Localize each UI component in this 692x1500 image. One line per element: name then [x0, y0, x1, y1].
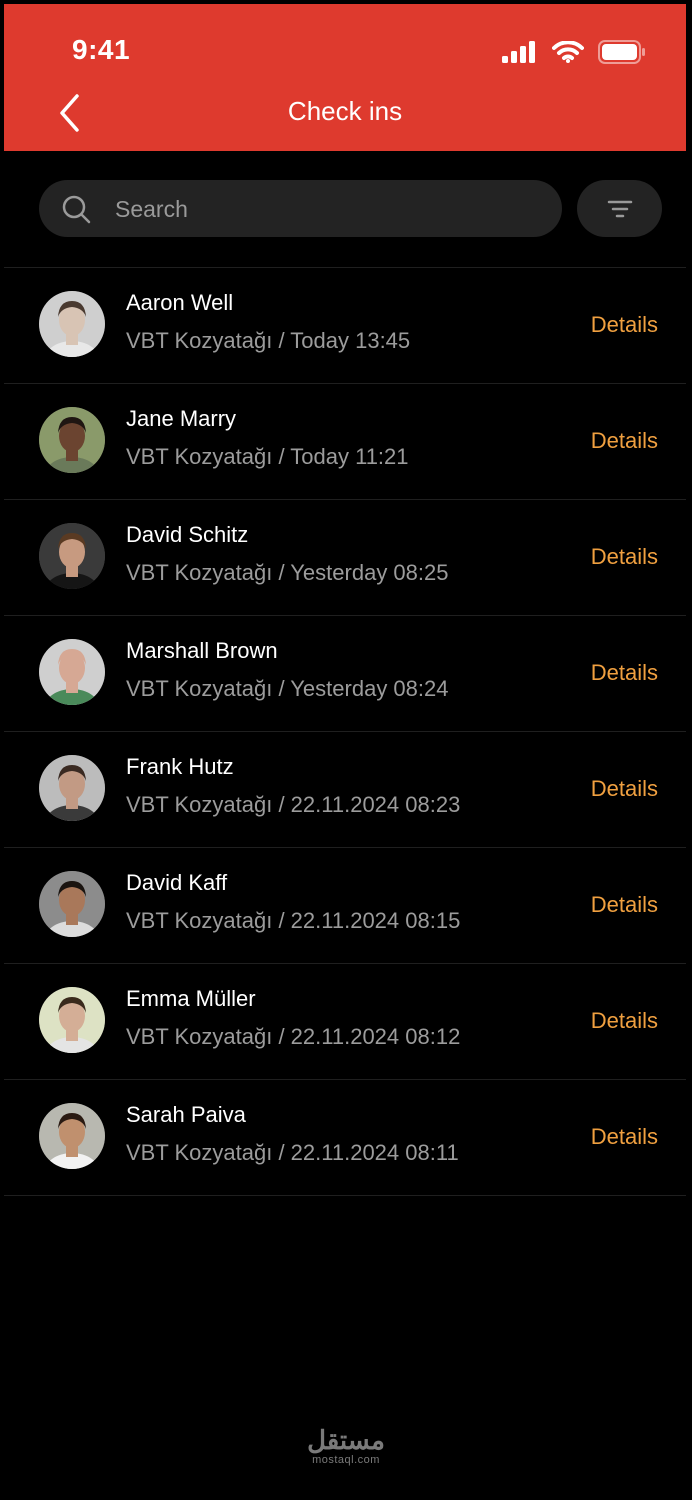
checkin-list: Aaron Well VBT Kozyatağı / Today 13:45 Det…: [4, 267, 686, 1196]
checkin-row[interactable]: Frank Hutz VBT Kozyatağı / 22.11.2024 08:…: [4, 732, 686, 848]
checkin-name: Aaron Well: [126, 290, 234, 315]
avatar: [39, 755, 105, 821]
checkin-location-time: VBT Kozyatağı / Yesterday 08:24: [126, 676, 449, 701]
avatar: [39, 407, 105, 473]
details-link[interactable]: Details: [591, 1124, 658, 1150]
checkin-row[interactable]: Aaron Well VBT Kozyatağı / Today 13:45 Det…: [4, 268, 686, 384]
checkin-row[interactable]: Emma Müller VBT Kozyatağı / 22.11.2024 08…: [4, 964, 686, 1080]
details-link[interactable]: Details: [591, 544, 658, 570]
checkin-location-time: VBT Kozyatağı / 22.11.2024 08:23: [126, 792, 461, 817]
checkin-row[interactable]: Marshall Brown VBT Kozyatağı / Yesterday …: [4, 616, 686, 732]
avatar: [39, 523, 105, 589]
checkin-name: Marshall Brown: [126, 638, 278, 663]
checkin-row[interactable]: Jane Marry VBT Kozyatağı / Today 11:21 Det…: [4, 384, 686, 500]
checkin-name: David Kaff: [126, 870, 228, 895]
checkin-location-time: VBT Kozyatağı / 22.11.2024 08:12: [126, 1024, 461, 1049]
details-link[interactable]: Details: [591, 1008, 658, 1034]
checkin-name: David Schitz: [126, 522, 249, 547]
screen: 9:41 Check ins Search Aaron Well VBT Koz…: [0, 0, 692, 1500]
checkin-location-time: VBT Kozyatağı / Today 13:45: [126, 328, 411, 353]
watermark-logo: مستقل: [307, 1425, 385, 1455]
checkin-name: Jane Marry: [126, 406, 237, 431]
filter-icon: [607, 200, 632, 217]
app-header: 9:41 Check ins: [4, 4, 686, 151]
checkin-name: Emma Müller: [126, 986, 256, 1011]
avatar: [39, 871, 105, 937]
search-input[interactable]: [113, 180, 547, 239]
avatar: [39, 291, 105, 357]
details-link[interactable]: Details: [591, 428, 658, 454]
checkin-row[interactable]: Sarah Paiva VBT Kozyatağı / 22.11.2024 08…: [4, 1080, 686, 1196]
wifi-icon: [552, 41, 584, 63]
checkin-row[interactable]: David Schitz VBT Kozyatağı / Yesterday 08…: [4, 500, 686, 616]
checkin-location-time: VBT Kozyatağı / Yesterday 08:25: [126, 560, 449, 585]
checkin-location-time: VBT Kozyatağı / 22.11.2024 08:11: [126, 1140, 459, 1165]
avatar: [39, 639, 105, 705]
details-link[interactable]: Details: [591, 892, 658, 918]
watermark-url: mostaql.com: [312, 1454, 380, 1466]
watermark: مستقل mostaql.com: [0, 1426, 692, 1466]
checkin-location-time: VBT Kozyatağı / 22.11.2024 08:15: [126, 908, 461, 933]
details-link[interactable]: Details: [591, 660, 658, 686]
avatar: [39, 987, 105, 1053]
checkin-name: Sarah Paiva: [126, 1102, 246, 1127]
details-link[interactable]: Details: [591, 776, 658, 802]
status-icons: [502, 40, 646, 64]
details-link[interactable]: Details: [591, 312, 658, 338]
search-icon: [62, 195, 91, 224]
filter-button[interactable]: [577, 180, 662, 237]
avatar: [39, 1103, 105, 1169]
checkin-location-time: VBT Kozyatağı / Today 11:21: [126, 444, 409, 469]
search-bar[interactable]: [39, 180, 562, 239]
checkin-row[interactable]: David Kaff VBT Kozyatağı / 22.11.2024 08:…: [4, 848, 686, 964]
cellular-signal-icon: [502, 41, 535, 63]
status-time: 9:41: [72, 34, 131, 65]
checkin-name: Frank Hutz: [126, 754, 234, 779]
page-title: Check ins: [287, 96, 403, 126]
battery-icon: [598, 40, 645, 64]
